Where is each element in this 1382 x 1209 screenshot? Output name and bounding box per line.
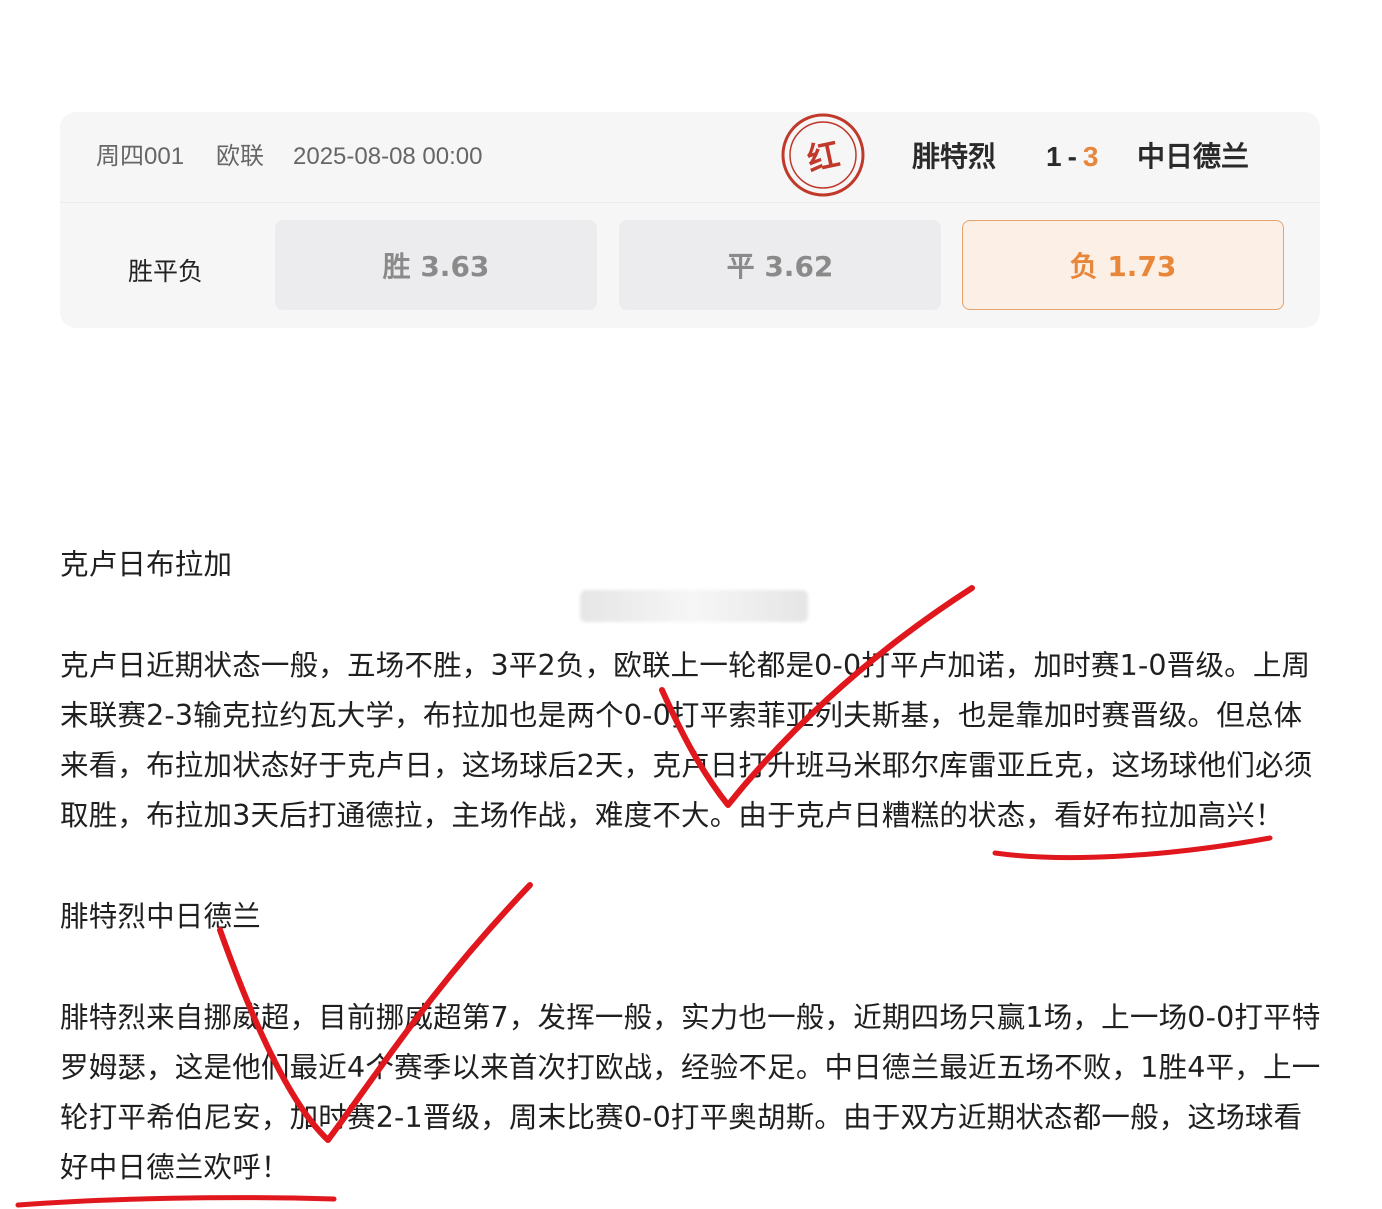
home-score: 1 [1046, 141, 1062, 172]
paragraph-line: 腓特烈来自挪威超，目前挪威超第7，发挥一般，实力也一般，近期四场只赢1场，上一场… [60, 1001, 1321, 1034]
away-score: 3 [1082, 141, 1099, 172]
paragraph-line: 好中日德兰欢呼！ [60, 1151, 290, 1184]
odds-market-label: 胜平负 [128, 257, 204, 286]
paragraph-line: 末联赛2-3输克拉约瓦大学，布拉加也是两个0-0打平索菲亚列夫斯基，也是靠加时赛… [60, 699, 1303, 732]
paragraph-line: 克卢日近期状态一般，五场不胜，3平2负，欧联上一轮都是0-0打平卢加诺，加时赛1… [60, 649, 1311, 682]
match-datetime: 2025-08-08 00:00 [293, 143, 483, 170]
final-score: 1-3 [1046, 140, 1098, 174]
paragraph-line: 轮打平希伯尼安，加时赛2-1晋级，周末比赛0-0打平奥胡斯。由于双方近期状态都一… [60, 1101, 1303, 1134]
match-card: 周四001 欧联 2025-08-08 00:00 红 腓特烈 1-3 中日德兰… [60, 112, 1320, 328]
league-name: 欧联 [216, 143, 264, 170]
section-heading: 克卢日布拉加 [60, 548, 233, 581]
match-header: 周四001 欧联 2025-08-08 00:00 红 腓特烈 1-3 中日德兰 [60, 112, 1320, 203]
score-separator: - [1067, 141, 1077, 172]
away-team: 中日德兰 [1137, 140, 1250, 173]
section-heading: 腓特烈中日德兰 [60, 900, 261, 933]
article-body: 克卢日布拉加 克卢日近期状态一般，五场不胜，3平2负，欧联上一轮都是0-0打平卢… [60, 540, 1330, 1193]
odds-option-draw[interactable]: 平 3.62 [619, 220, 941, 310]
result-seal: 红 [780, 112, 866, 198]
match-code: 周四001 [96, 143, 185, 170]
odds-option-lose-selected[interactable]: 负 1.73 [962, 220, 1284, 310]
paragraph-line: 取胜，布拉加3天后打通德拉，主场作战，难度不大。由于克卢日糟糕的状态，看好布拉加… [60, 799, 1284, 832]
odds-option-win[interactable]: 胜 3.63 [275, 220, 597, 310]
paragraph-line: 罗姆瑟，这是他们最近4个赛季以来首次打欧战，经验不足。中日德兰最近五场不败，1胜… [60, 1051, 1321, 1084]
paragraph-line: 来看，布拉加状态好于克卢日，这场球后2天，克卢日打升班马米耶尔库雷亚丘克，这场球… [60, 749, 1313, 782]
underline-stroke [15, 1195, 337, 1208]
home-team: 腓特烈 [912, 140, 997, 173]
